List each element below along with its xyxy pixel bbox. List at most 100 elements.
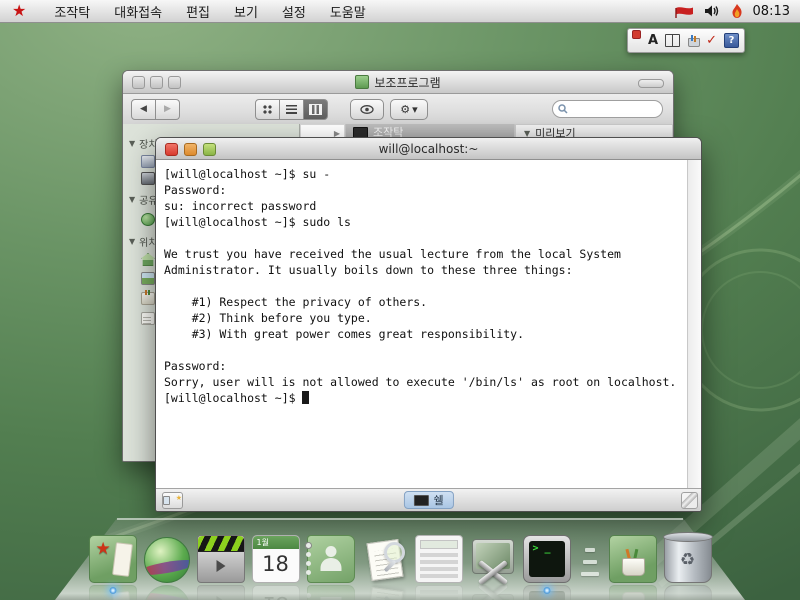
columns-tool-icon[interactable] <box>665 34 680 47</box>
network-globe-icon <box>141 213 155 226</box>
person-icon <box>325 546 336 557</box>
menu-item-session[interactable]: 대화접속 <box>114 2 162 21</box>
trash-rim-icon <box>663 532 713 542</box>
desktop: { "colors": { "wallpaper_green": "#5d8a5… <box>0 0 800 600</box>
terminal-line <box>164 230 688 246</box>
search-icon <box>558 104 568 114</box>
window-close-button[interactable] <box>132 76 145 89</box>
search-input[interactable] <box>571 103 655 116</box>
globe-band-icon <box>144 557 190 578</box>
dock-item-address-book[interactable] <box>307 535 355 583</box>
flame-icon[interactable] <box>731 4 743 19</box>
terminal-tab-icon <box>413 495 428 506</box>
binder-rings-icon <box>305 542 312 549</box>
menu-item-desktop[interactable]: 조작탁 <box>54 2 90 21</box>
red-star-logo-icon[interactable]: ★ <box>12 0 26 22</box>
computer-icon <box>141 155 155 168</box>
volume-icon[interactable] <box>704 4 721 18</box>
recycle-icon: ♻ <box>680 550 695 570</box>
pen-cup-icon[interactable] <box>687 35 699 47</box>
window-minimize-button[interactable] <box>184 143 197 156</box>
actions-dropdown-button[interactable]: ⚙▾ <box>390 99 428 120</box>
dock-item-calendar[interactable]: 1월 18 <box>252 535 300 583</box>
list-view-button[interactable] <box>280 99 304 120</box>
home-icon <box>141 253 155 266</box>
text-tool-icon[interactable]: A <box>648 33 658 48</box>
terminal-line: #2) Think before you type. <box>164 310 688 326</box>
menu-item-edit[interactable]: 편집 <box>186 2 210 21</box>
search-field[interactable] <box>552 100 663 118</box>
column-view-button[interactable] <box>304 99 328 120</box>
quicklook-button[interactable] <box>350 99 384 120</box>
disclosure-triangle-icon[interactable]: ▼ <box>129 195 135 204</box>
menu-bar: ★ 조작탁 대화접속 편집 보기 설정 도움말 08:13 <box>0 0 800 23</box>
terminal-line: Password: <box>164 182 688 198</box>
dock-item-system-tools[interactable] <box>470 537 516 583</box>
clock[interactable]: 08:13 <box>753 4 790 19</box>
dock-item-file-manager[interactable] <box>89 535 137 583</box>
forward-button[interactable]: ▶ <box>156 99 180 120</box>
resize-grip[interactable] <box>681 492 698 509</box>
file-manager-titlebar[interactable]: 보조프로그램 <box>123 71 673 94</box>
dock-item-document-search[interactable] <box>362 537 408 583</box>
screen-star-icon <box>163 496 170 505</box>
text-cursor <box>302 391 309 404</box>
list-view-icon <box>286 105 297 114</box>
dock-item-calculator[interactable] <box>415 535 463 583</box>
menu-item-view[interactable]: 보기 <box>234 2 258 21</box>
pen-cup-icon <box>622 558 645 576</box>
paper-icon <box>112 542 133 577</box>
terminal-line <box>164 342 688 358</box>
window-close-button[interactable] <box>165 143 178 156</box>
running-indicator <box>543 587 550 594</box>
tool-palette: A ✓ ? <box>627 28 745 53</box>
disclosure-triangle-icon[interactable]: ▼ <box>129 139 135 148</box>
red-flag-icon[interactable] <box>675 5 694 18</box>
terminal-line: Password: <box>164 358 688 374</box>
help-icon[interactable]: ? <box>724 33 739 48</box>
person-icon <box>320 558 341 571</box>
close-dot-icon[interactable] <box>632 30 641 39</box>
menu-item-help[interactable]: 도움말 <box>330 2 366 21</box>
calendar-day-label: 18 <box>253 549 299 580</box>
dock-item-trash[interactable]: ♻ <box>664 535 712 583</box>
terminal-line: #1) Respect the privacy of others. <box>164 294 688 310</box>
terminal-titlebar[interactable]: will@localhost:~ <box>156 138 701 160</box>
icon-view-button[interactable] <box>255 99 280 120</box>
window-zoom-button[interactable] <box>168 76 181 89</box>
terminal-line: [will@localhost ~]$ su - <box>164 166 688 182</box>
window-zoom-button[interactable] <box>203 143 216 156</box>
calculator-keys-icon <box>420 552 458 578</box>
column-view-icon <box>309 104 322 115</box>
toolbar-toggle-button[interactable] <box>638 79 664 88</box>
gear-icon: ⚙ <box>400 103 410 116</box>
window-title: 보조프로그램 <box>355 74 440 91</box>
file-manager-toolbar: ◀ ▶ ⚙▾ <box>123 94 673 125</box>
menu-item-settings[interactable]: 설정 <box>282 2 306 21</box>
shell-tab-label: 쉘 <box>433 492 443 508</box>
terminal-line: Sorry, user will is not allowed to execu… <box>164 374 688 390</box>
window-minimize-button[interactable] <box>150 76 163 89</box>
checkmark-icon[interactable]: ✓ <box>706 33 717 48</box>
dock-item-terminal[interactable] <box>523 535 571 583</box>
terminal-line <box>164 278 688 294</box>
terminal-screen-icon <box>529 541 565 577</box>
terminal-output[interactable]: [will@localhost ~]$ su - Password: su: i… <box>156 160 688 489</box>
new-session-button[interactable] <box>162 492 183 509</box>
terminal-scrollbar[interactable] <box>687 160 701 489</box>
dock: 1월 18 <box>55 518 745 600</box>
running-indicator <box>109 587 116 594</box>
pen-cup-icon <box>141 292 155 305</box>
clapperboard-icon <box>198 536 244 552</box>
caret-down-icon: ▾ <box>412 103 418 116</box>
terminal-tab-bar: 쉘 <box>156 488 701 511</box>
dock-item-media-player[interactable] <box>197 535 245 583</box>
back-button[interactable]: ◀ <box>131 99 156 120</box>
terminal-line: #3) With great power comes great respons… <box>164 326 688 342</box>
folder-app-icon <box>355 75 369 89</box>
document-icon <box>141 312 155 325</box>
shell-tab[interactable]: 쉘 <box>403 491 453 509</box>
dock-item-web-browser[interactable] <box>144 537 190 583</box>
disclosure-triangle-icon[interactable]: ▼ <box>129 237 135 246</box>
dock-item-utilities-folder[interactable] <box>609 535 657 583</box>
